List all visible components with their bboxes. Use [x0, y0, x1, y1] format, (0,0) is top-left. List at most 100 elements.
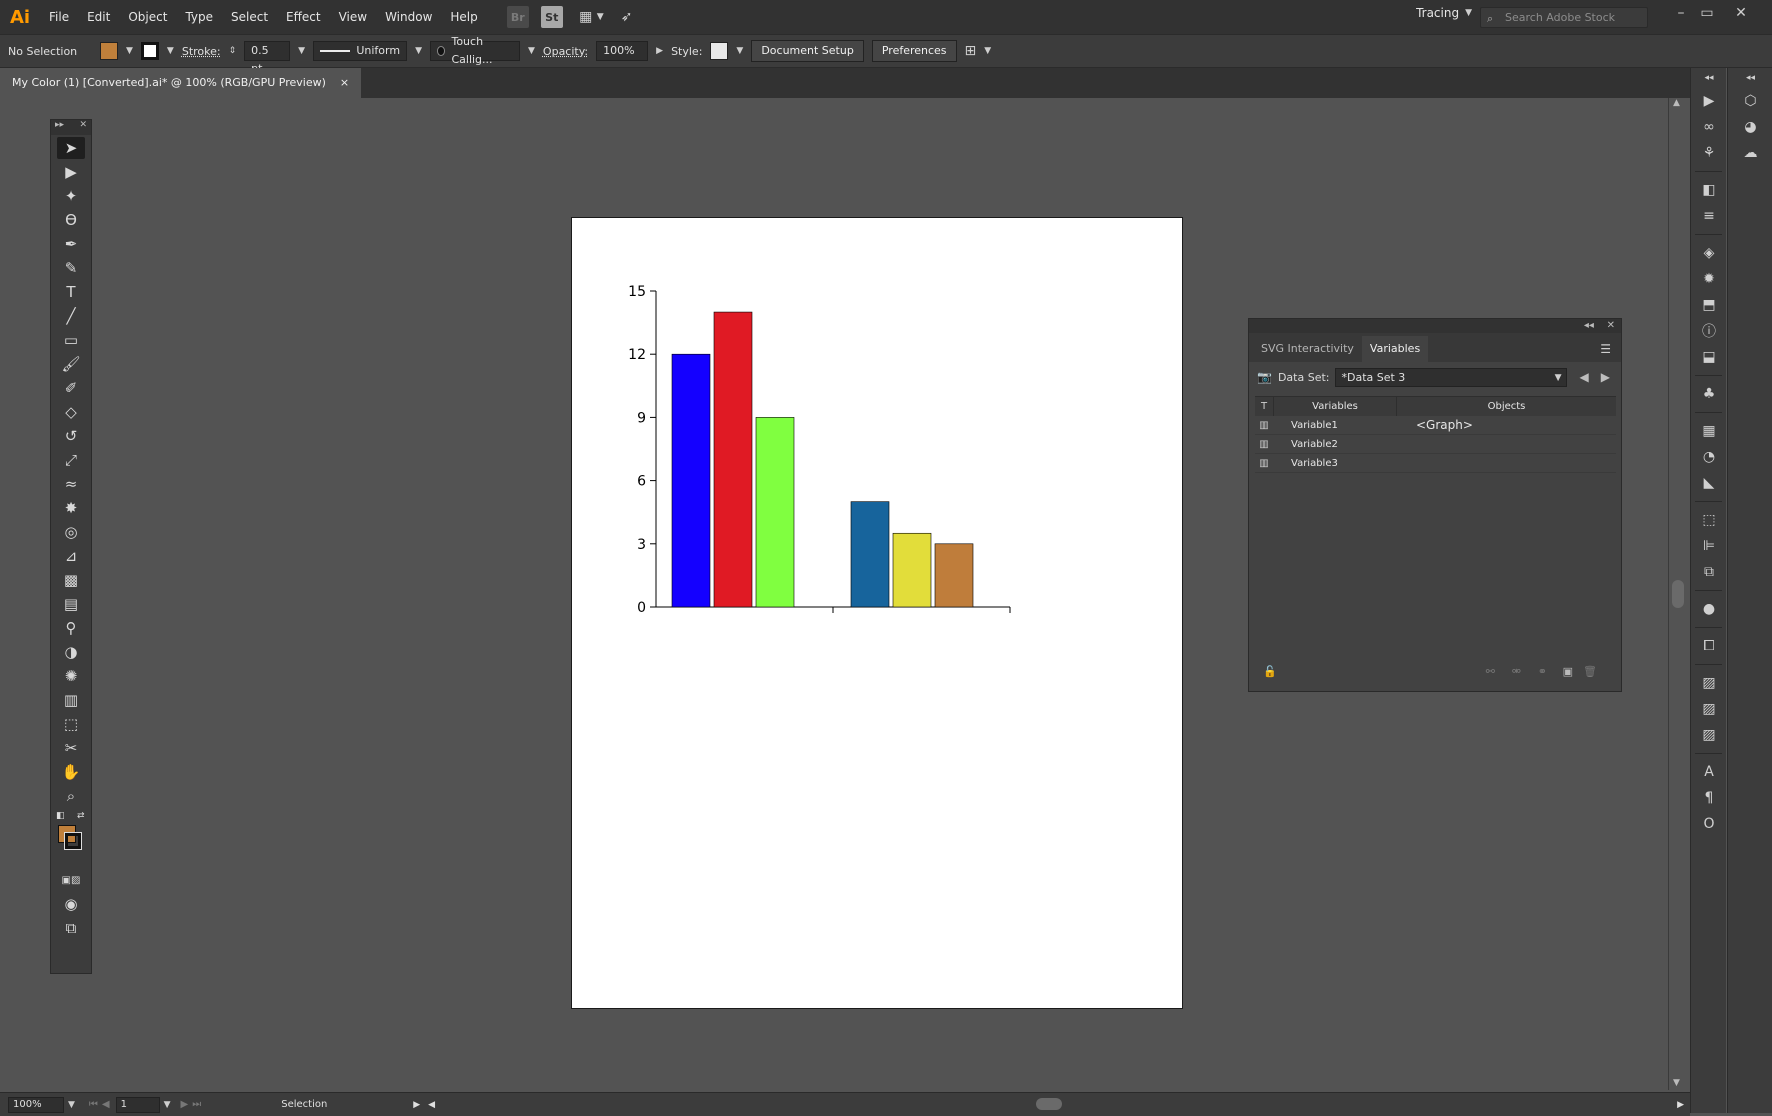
rectangle-tool-icon[interactable]: ▭ — [57, 329, 85, 351]
symbols-panel-icon[interactable]: ♣ — [1691, 381, 1727, 407]
type-tool-icon[interactable]: T — [57, 281, 85, 303]
puppet-warp-tool-icon[interactable]: ✸ — [57, 497, 85, 519]
symbol-sprayer-tool-icon[interactable]: ✺ — [57, 665, 85, 687]
chevron-down-icon[interactable]: ▼ — [167, 46, 174, 56]
bar-0-1[interactable] — [713, 311, 753, 608]
unbind-variable-icon[interactable]: ⚭ — [1538, 665, 1547, 678]
zoom-field[interactable]: 100% — [8, 1096, 64, 1113]
new-variable-icon[interactable]: ▣ — [1563, 665, 1573, 678]
chevron-right-icon[interactable]: ▶ — [656, 46, 663, 56]
paintbrush-tool-icon[interactable]: 🖌 — [57, 353, 85, 375]
blob-brush-tool-icon[interactable]: ✐ — [57, 377, 85, 399]
menu-window[interactable]: Window — [376, 0, 441, 34]
workspace-switcher[interactable]: Tracing ▼ — [1416, 6, 1472, 20]
cc-libraries-panel-icon[interactable]: ⬓ — [1691, 344, 1727, 370]
eraser-tool-icon[interactable]: ◇ — [57, 401, 85, 423]
stroke-panel-icon[interactable]: ≡ — [1691, 203, 1727, 229]
previous-artboard-icon[interactable]: ◀ — [102, 1099, 110, 1110]
objects-column-header[interactable]: Objects — [1397, 397, 1616, 416]
search-stock-input[interactable]: ⌕ Search Adobe Stock — [1480, 7, 1648, 28]
chevron-down-icon[interactable]: ▼ — [736, 46, 743, 56]
stroke-label[interactable]: Stroke: — [182, 45, 221, 58]
close-window-button[interactable]: ✕ — [1728, 2, 1754, 24]
brush-dropdown[interactable]: Touch Callig... — [430, 35, 520, 66]
chevron-down-icon[interactable]: ▼ — [597, 12, 604, 22]
stepper-icon[interactable]: ⇕ — [229, 46, 237, 56]
tab-variables[interactable]: Variables — [1361, 336, 1429, 362]
delete-variable-icon[interactable]: 🗑 — [1583, 665, 1597, 678]
opacity-field[interactable]: 100% — [596, 41, 649, 61]
next-dataset-icon[interactable]: ▶ — [1601, 370, 1610, 384]
preferences-button[interactable]: Preferences — [871, 40, 957, 62]
collapse-panel-icon[interactable]: ◂◂ — [1584, 320, 1594, 331]
dataset-dropdown[interactable]: *Data Set 3 ▼ — [1335, 367, 1568, 387]
selection-tool-icon[interactable]: ➤ — [57, 137, 85, 159]
paragraph-panel-icon[interactable]: ¶ — [1691, 785, 1727, 811]
image-trace-panel-icon[interactable]: ▨ — [1691, 670, 1727, 696]
info-panel-icon[interactable]: ⓘ — [1691, 318, 1727, 344]
scale-tool-icon[interactable]: ⤢ — [57, 449, 85, 471]
capture-dataset-icon[interactable]: ⚯ — [1486, 665, 1495, 678]
document-tab[interactable]: My Color (1) [Converted].ai* @ 100% (RGB… — [0, 68, 362, 98]
rotate-tool-icon[interactable]: ↺ — [57, 425, 85, 447]
menu-type[interactable]: Type — [176, 0, 222, 34]
close-icon[interactable]: ✕ — [79, 120, 87, 135]
menu-edit[interactable]: Edit — [78, 0, 119, 34]
tools-panel-header[interactable]: ▸▸ ✕ — [51, 120, 91, 135]
pathfinder-panel-icon[interactable]: ⧉ — [1691, 559, 1727, 585]
vertical-scrollbar[interactable]: ▲ ▼ — [1668, 98, 1686, 1090]
camera-icon[interactable]: 📷 — [1257, 370, 1272, 384]
menu-file[interactable]: File — [40, 0, 78, 34]
bar-0-2[interactable] — [755, 417, 795, 608]
lasso-tool-icon[interactable]: ϴ — [57, 209, 85, 231]
make-dynamic-icon[interactable]: ⚮ — [1512, 665, 1521, 678]
scroll-up-icon[interactable]: ▲ — [1673, 98, 1680, 108]
swap-colors-icon[interactable]: ⇄ — [77, 811, 85, 821]
character-panel-icon[interactable]: A — [1691, 759, 1727, 785]
scroll-right-icon[interactable]: ▶ — [1677, 1100, 1684, 1110]
align-options-icon[interactable]: ⊞ — [965, 43, 977, 59]
chevron-down-icon[interactable]: ▼ — [298, 46, 305, 56]
column-graph[interactable]: 0 3 6 9 12 15 — [572, 218, 1184, 1010]
close-tab-button[interactable]: × — [340, 68, 349, 98]
menu-object[interactable]: Object — [119, 0, 176, 34]
stroke-color-icon[interactable] — [64, 832, 82, 850]
type-column-header[interactable]: T — [1255, 397, 1273, 416]
bar-1-2[interactable] — [934, 543, 974, 608]
arrange-documents-icon[interactable]: ▦ — [575, 6, 597, 28]
curvature-tool-icon[interactable]: ✎ — [57, 257, 85, 279]
color-panel-icon[interactable]: ◣ — [1691, 470, 1727, 496]
hand-tool-icon[interactable]: ✋ — [57, 761, 85, 783]
libraries-panel-icon[interactable]: ⬡ — [1728, 88, 1772, 114]
table-row[interactable]: ▥ Variable2 — [1255, 435, 1616, 454]
layers-panel-icon[interactable]: ◈ — [1691, 240, 1727, 266]
color-mode-icon[interactable]: ▣▨ — [57, 869, 85, 891]
variables-column-header[interactable]: Variables — [1273, 397, 1397, 416]
eyedropper-tool-icon[interactable]: ⚲ — [57, 617, 85, 639]
collapse-icon[interactable]: ▸▸ — [55, 120, 64, 135]
align-panel-icon[interactable]: ⊫ — [1691, 533, 1727, 559]
minimize-button[interactable]: – — [1668, 2, 1694, 24]
color-themes-panel-icon[interactable]: ◕ — [1728, 114, 1772, 140]
bridge-icon[interactable]: Br — [506, 6, 529, 28]
menu-effect[interactable]: Effect — [277, 0, 330, 34]
puppet-panel-icon[interactable]: ⚘ — [1691, 140, 1727, 166]
opentype-panel-icon[interactable]: O — [1691, 811, 1727, 837]
appearance-panel-icon[interactable]: ✹ — [1691, 266, 1727, 292]
swatches-panel-icon[interactable]: ▦ — [1691, 418, 1727, 444]
graphic-styles-panel-icon[interactable]: ● — [1691, 596, 1727, 622]
line-tool-icon[interactable]: ╱ — [57, 305, 85, 327]
chevron-down-icon[interactable]: ▼ — [528, 46, 535, 56]
chevron-down-icon[interactable]: ▼ — [126, 46, 133, 56]
shape-builder-tool-icon[interactable]: ◎ — [57, 521, 85, 543]
column-graph-tool-icon[interactable]: ▥ — [57, 689, 85, 711]
status-menu-icon[interactable]: ▶ — [413, 1100, 420, 1110]
dock-collapse-icon[interactable]: ◂◂ — [1728, 68, 1772, 88]
horizontal-scroll-thumb[interactable] — [1036, 1098, 1062, 1110]
color-guide-panel-icon[interactable]: ◔ — [1691, 444, 1727, 470]
stroke-weight-field[interactable]: 0.5 pt — [244, 41, 291, 75]
warp-tool-icon[interactable]: ≈ — [57, 473, 85, 495]
first-artboard-icon[interactable]: ⏮ — [89, 1099, 98, 1110]
rocket-icon[interactable]: ➶ — [616, 6, 638, 28]
stock-icon[interactable]: St — [540, 6, 563, 28]
